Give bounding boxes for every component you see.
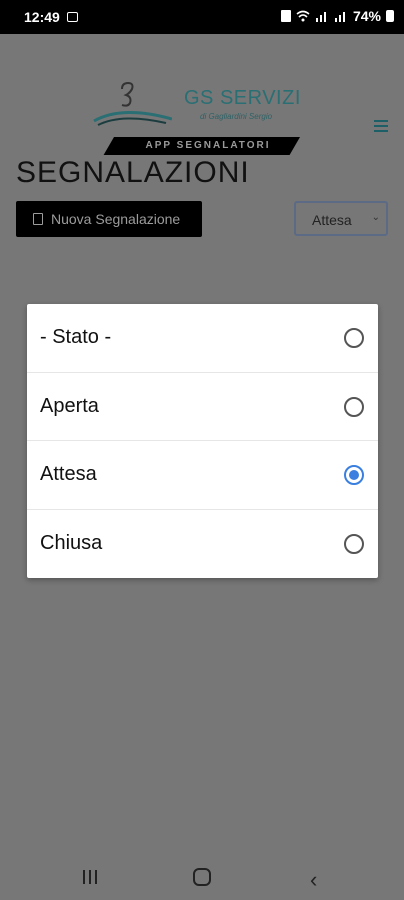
option-label: - Stato - xyxy=(40,326,112,349)
hamburger-menu-icon[interactable] xyxy=(374,120,388,135)
battery-icon xyxy=(386,10,394,22)
new-report-label: Nuova Segnalazione xyxy=(51,211,181,227)
brand-name: GS SERVIZI xyxy=(184,87,301,109)
option-chiusa[interactable]: Chiusa xyxy=(27,510,378,579)
option-attesa[interactable]: Attesa xyxy=(27,441,378,510)
logo-banner-text: APP SEGNALATORI xyxy=(145,140,271,151)
wifi-icon xyxy=(296,10,310,22)
notification-icon xyxy=(280,10,291,22)
gallery-notification-icon xyxy=(67,12,78,22)
option-label: Attesa xyxy=(40,463,97,486)
signal-icon xyxy=(315,12,326,22)
option-label: Chiusa xyxy=(40,532,103,555)
radio-button[interactable] xyxy=(344,533,364,554)
status-icons: 74% xyxy=(280,8,394,24)
page-title: SEGNALAZIONI xyxy=(16,156,250,189)
recent-apps-icon[interactable] xyxy=(82,870,98,884)
status-filter-value: Attesa xyxy=(312,212,352,228)
brand-logo: GS SERVIZI di Gagliardini Sergio APP SEG… xyxy=(92,79,308,159)
radio-button[interactable] xyxy=(344,396,364,417)
back-icon[interactable]: ‹ xyxy=(310,867,317,893)
battery-percent: 74% xyxy=(352,8,381,24)
status-bar: 12:49 74% xyxy=(0,0,404,34)
brand-subtitle: di Gagliardini Sergio xyxy=(200,112,273,121)
logo-emblem-icon xyxy=(93,81,172,126)
home-icon[interactable] xyxy=(193,868,211,886)
status-time: 12:49 xyxy=(24,9,60,25)
status-filter-select[interactable]: Attesa ⌄ xyxy=(294,201,388,236)
radio-button-selected[interactable] xyxy=(344,465,364,485)
document-icon xyxy=(33,213,43,225)
status-picker-dialog: - Stato - Aperta Attesa Chiusa xyxy=(27,304,378,578)
signal-icon-2 xyxy=(334,12,345,22)
new-report-button[interactable]: Nuova Segnalazione xyxy=(16,201,202,237)
chevron-down-icon: ⌄ xyxy=(371,212,380,223)
radio-button[interactable] xyxy=(344,328,364,348)
option-label: Aperta xyxy=(40,394,99,417)
option-aperta[interactable]: Aperta xyxy=(27,373,378,441)
option-stato[interactable]: - Stato - xyxy=(27,304,378,373)
system-nav-bar: ‹ xyxy=(0,860,404,900)
